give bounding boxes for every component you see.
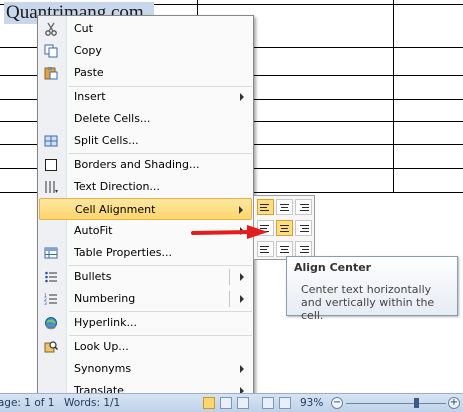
menu-item-label: Copy [74,44,102,57]
numbering-icon: 123 [43,291,59,307]
menu-item-hyperlink[interactable]: Hyperlink... [39,312,252,334]
web-layout-view-icon[interactable] [237,397,249,409]
menu-item-label: Borders and Shading... [74,158,200,171]
zoom-slider[interactable] [346,403,446,404]
align-bottom-left-button[interactable] [257,241,274,257]
menu-item-numbering[interactable]: 123 Numbering [39,288,252,310]
menu-item-label: Cell Alignment [75,203,156,216]
paste-icon [43,65,59,81]
tooltip-title: Align Center [294,261,372,274]
print-layout-view-icon[interactable] [203,397,215,409]
split-divider [229,291,230,307]
menu-item-label: Paste [74,66,104,79]
full-screen-view-icon[interactable] [220,397,232,409]
menu-item-label: Numbering [74,292,136,305]
menu-item-table-properties[interactable]: Table Properties... [39,242,252,264]
zoom-slider-thumb[interactable] [414,398,419,408]
menu-item-label: Split Cells... [74,134,139,147]
menu-item-label: AutoFit [74,224,113,237]
menu-item-borders-shading[interactable]: Borders and Shading... [39,154,252,176]
split-cells-icon [43,133,59,149]
tooltip-description: Center text horizontally and vertically … [301,283,435,322]
status-bar: Page: 1 of 1 Words: 1/1 93% − + [0,393,463,412]
align-top-right-button[interactable] [295,199,312,215]
menu-item-label: Cut [74,22,93,35]
submenu-arrow-icon [240,93,244,101]
menu-item-split-cells[interactable]: Split Cells... [39,130,252,152]
submenu-arrow-icon [239,206,243,214]
annotation-arrow-icon [191,225,268,239]
scissors-icon [43,21,59,37]
context-menu: Cut Copy Paste Insert Delete Cells... Sp… [37,15,254,403]
outline-view-icon[interactable] [262,397,274,409]
align-bottom-center-button[interactable] [276,241,293,257]
menu-item-text-direction[interactable]: Text Direction... [39,176,252,198]
submenu-arrow-icon[interactable] [240,295,244,303]
svg-text:3: 3 [44,301,47,306]
submenu-arrow-icon [240,365,244,373]
menu-item-label: Delete Cells... [74,112,151,125]
zoom-level[interactable]: 93% [300,397,323,409]
draft-view-icon[interactable] [279,397,291,409]
submenu-arrow-icon[interactable] [240,273,244,281]
menu-item-synonyms[interactable]: Synonyms [39,358,252,380]
text-direction-icon [43,179,59,195]
zoom-out-icon[interactable]: − [331,397,343,409]
menu-item-label: Text Direction... [74,180,160,193]
split-divider [229,269,230,285]
hyperlink-icon [43,315,59,331]
menu-item-insert[interactable]: Insert [39,86,252,108]
menu-item-paste[interactable]: Paste [39,62,252,84]
zoom-in-icon[interactable]: + [448,397,460,409]
menu-item-label: Bullets [74,270,112,283]
look-up-icon [43,339,59,355]
menu-item-label: Hyperlink... [74,316,137,329]
menu-item-label: Insert [74,90,106,103]
menu-item-cut[interactable]: Cut [39,18,252,40]
menu-item-label: Look Up... [74,340,129,353]
page-count[interactable]: Page: 1 of 1 [0,397,54,409]
menu-item-bullets[interactable]: Bullets [39,266,252,288]
menu-item-look-up[interactable]: Look Up... [39,336,252,358]
word-count[interactable]: Words: 1/1 [64,397,120,409]
align-center-button[interactable] [276,220,293,236]
align-top-center-button[interactable] [276,199,293,215]
menu-item-copy[interactable]: Copy [39,40,252,62]
borders-icon [43,157,59,173]
copy-icon [43,43,59,59]
align-center-right-button[interactable] [295,220,312,236]
table-border [393,0,394,192]
align-top-left-button[interactable] [257,199,274,215]
table-properties-icon [43,245,59,261]
menu-item-label: Table Properties... [74,246,173,259]
menu-item-cell-alignment[interactable]: Cell Alignment [39,198,252,220]
align-bottom-right-button[interactable] [295,241,312,257]
menu-item-label: Synonyms [74,362,132,375]
menu-item-delete-cells[interactable]: Delete Cells... [39,108,252,130]
tooltip: Align Center Center text horizontally an… [286,256,458,322]
bullets-icon [43,269,59,285]
